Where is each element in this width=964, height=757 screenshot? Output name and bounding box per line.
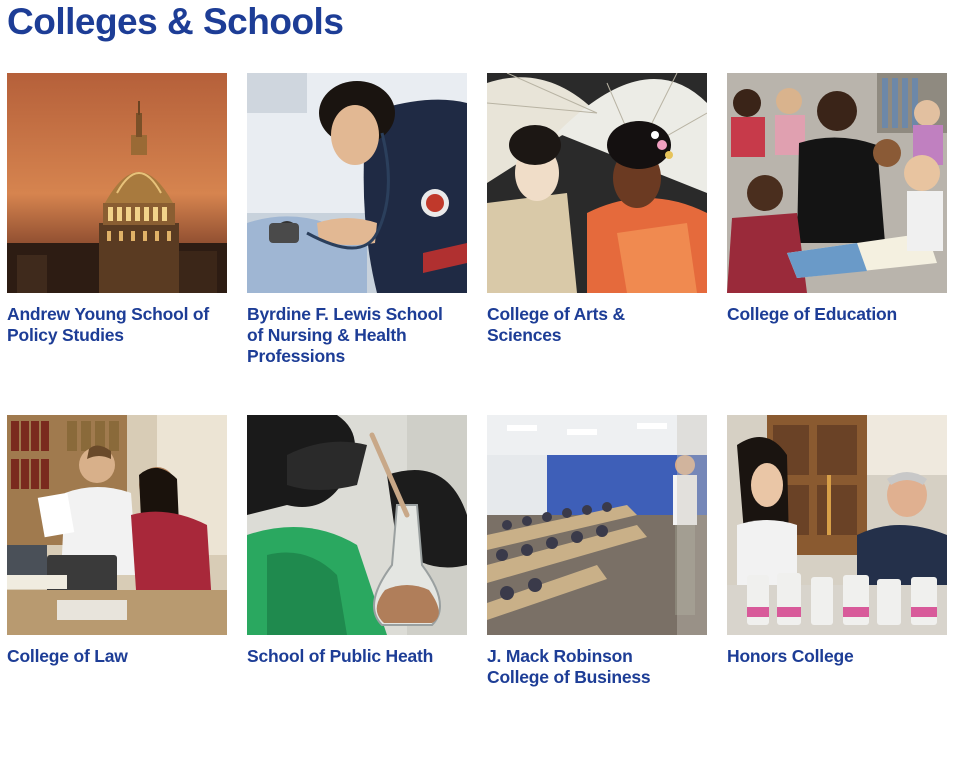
law-library-photo[interactable] [7,415,227,635]
school-card-honors[interactable]: Honors College [727,415,947,757]
school-label[interactable]: Honors College [727,646,937,667]
school-label[interactable]: College of Education [727,304,937,325]
schools-grid: Andrew Young School of Policy Studies By… [7,73,947,757]
gloved-flask-photo[interactable] [247,415,467,635]
page-title: Colleges & Schools [7,1,344,42]
school-label[interactable]: Andrew Young School of Policy Studies [7,304,217,346]
school-card-arts-sciences[interactable]: College of Arts & Sciences [487,73,707,415]
school-card-public-health[interactable]: School of Public Heath [247,415,467,757]
school-card-nursing[interactable]: Byrdine F. Lewis School of Nursing & Hea… [247,73,467,415]
nursing-student-photo[interactable] [247,73,467,293]
school-label[interactable]: J. Mack Robinson College of Business [487,646,697,688]
performers-parasols-photo[interactable] [487,73,707,293]
school-card-education[interactable]: College of Education [727,73,947,415]
school-label[interactable]: Byrdine F. Lewis School of Nursing & Hea… [247,304,457,367]
school-card-law[interactable]: College of Law [7,415,227,757]
school-card-andrew-young[interactable]: Andrew Young School of Policy Studies [7,73,227,415]
business-classroom-photo[interactable] [487,415,707,635]
teacher-children-photo[interactable] [727,73,947,293]
capitol-dome-photo[interactable] [7,73,227,293]
school-card-business[interactable]: J. Mack Robinson College of Business [487,415,707,757]
school-label[interactable]: School of Public Heath [247,646,457,667]
colleges-schools-page: Colleges & Schools Andrew Young School o… [0,0,964,701]
honors-lab-photo[interactable] [727,415,947,635]
school-label[interactable]: College of Arts & Sciences [487,304,697,346]
school-label[interactable]: College of Law [7,646,217,667]
